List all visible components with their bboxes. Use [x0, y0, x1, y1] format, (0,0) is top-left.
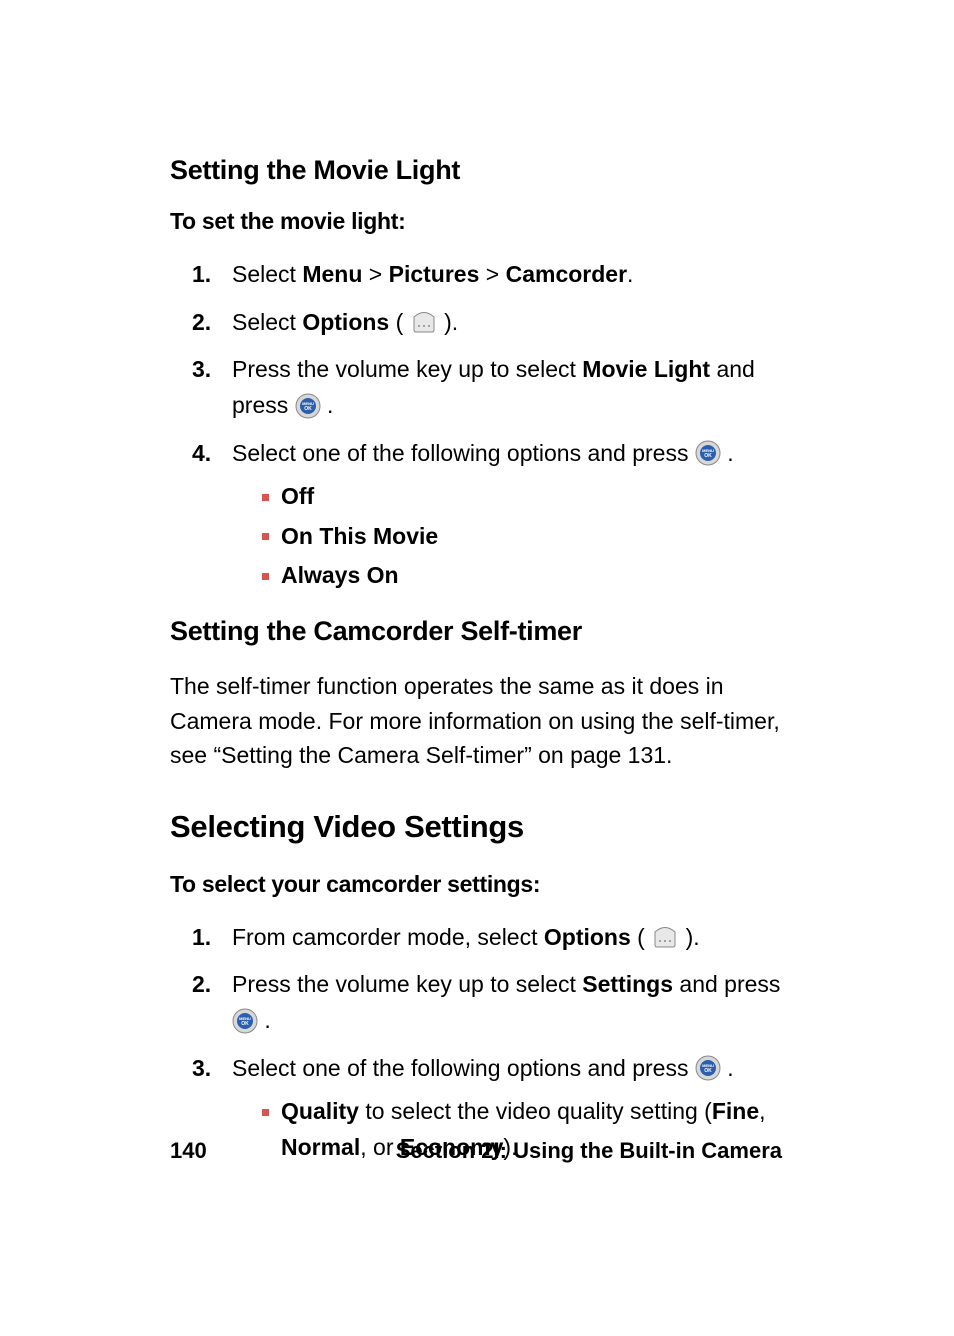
- svg-text:OK: OK: [704, 453, 712, 459]
- t: ).: [686, 924, 700, 950]
- softkey-icon: [651, 925, 679, 949]
- menu-ok-icon: MENU OK: [295, 393, 321, 419]
- step-body: Select one of the following options and …: [232, 436, 784, 599]
- t: Options: [302, 309, 389, 335]
- t: .: [264, 1007, 270, 1033]
- t: (: [389, 309, 403, 335]
- options-movie-light: Off On This Movie Always On: [232, 479, 784, 594]
- t: >: [479, 261, 505, 287]
- t: Select: [232, 309, 302, 335]
- t: Options: [544, 924, 631, 950]
- t: Pictures: [389, 261, 480, 287]
- option-off: Off: [262, 479, 784, 515]
- step-3: 3. Press the volume key up to select Mov…: [192, 352, 784, 423]
- step-1: 1. From camcorder mode, select Options (…: [192, 920, 784, 956]
- heading-movie-light: Setting the Movie Light: [170, 155, 784, 186]
- step-num: 3.: [192, 1051, 232, 1087]
- t: Camcorder: [506, 261, 627, 287]
- t: .: [727, 440, 733, 466]
- t: Menu: [302, 261, 362, 287]
- intro-video-settings: To select your camcorder settings:: [170, 871, 784, 898]
- step-body: From camcorder mode, select Options ( ).: [232, 920, 784, 956]
- t: Press the volume key up to select: [232, 356, 582, 382]
- menu-ok-icon: MENU OK: [695, 1055, 721, 1081]
- t: Settings: [582, 971, 673, 997]
- steps-video-settings: 1. From camcorder mode, select Options (…: [170, 920, 784, 1170]
- bullet-icon: [262, 1109, 269, 1116]
- svg-text:OK: OK: [704, 1068, 712, 1074]
- step-num: 4.: [192, 436, 232, 472]
- body-self-timer: The self-timer function operates the sam…: [170, 669, 784, 773]
- t: Fine: [712, 1098, 759, 1124]
- step-body: Select Menu > Pictures > Camcorder.: [232, 257, 784, 293]
- t: Select one of the following options and …: [232, 1055, 695, 1081]
- t: .: [727, 1055, 733, 1081]
- t: and press: [673, 971, 780, 997]
- bullet-icon: [262, 494, 269, 501]
- t: >: [362, 261, 388, 287]
- menu-ok-icon: MENU OK: [695, 440, 721, 466]
- t: ,: [759, 1098, 765, 1124]
- page-number: 140: [170, 1138, 207, 1164]
- step-num: 2.: [192, 305, 232, 341]
- section-label: Section 2I: Using the Built-in Camera: [396, 1138, 782, 1164]
- t: .: [627, 261, 633, 287]
- step-body: Press the volume key up to select Movie …: [232, 352, 784, 423]
- step-num: 1.: [192, 257, 232, 293]
- t: Press the volume key up to select: [232, 971, 582, 997]
- step-body: Press the volume key up to select Settin…: [232, 967, 784, 1038]
- t: Movie Light: [582, 356, 710, 382]
- t: to select the video quality setting (: [359, 1098, 712, 1124]
- option-on-this-movie: On This Movie: [262, 519, 784, 555]
- step-num: 2.: [192, 967, 232, 1003]
- t: (: [631, 924, 645, 950]
- step-2: 2. Select Options ( ).: [192, 305, 784, 341]
- svg-text:OK: OK: [304, 406, 312, 412]
- t: Always On: [281, 558, 399, 594]
- steps-movie-light: 1. Select Menu > Pictures > Camcorder. 2…: [170, 257, 784, 598]
- heading-video-settings: Selecting Video Settings: [170, 809, 784, 845]
- intro-movie-light: To set the movie light:: [170, 208, 784, 235]
- step-4: 4. Select one of the following options a…: [192, 436, 784, 599]
- t: Select: [232, 261, 302, 287]
- page-footer: 140 Section 2I: Using the Built-in Camer…: [170, 1138, 782, 1164]
- t: Quality: [281, 1098, 359, 1124]
- step-body: Select Options ( ).: [232, 305, 784, 341]
- t: Select one of the following options and …: [232, 440, 695, 466]
- t: On This Movie: [281, 519, 438, 555]
- step-2: 2. Press the volume key up to select Set…: [192, 967, 784, 1038]
- t: ).: [444, 309, 458, 335]
- menu-ok-icon: MENU OK: [232, 1008, 258, 1034]
- t: Off: [281, 479, 314, 515]
- heading-self-timer: Setting the Camcorder Self-timer: [170, 616, 784, 647]
- bullet-icon: [262, 573, 269, 580]
- t: From camcorder mode, select: [232, 924, 544, 950]
- option-always-on: Always On: [262, 558, 784, 594]
- step-1: 1. Select Menu > Pictures > Camcorder.: [192, 257, 784, 293]
- t: .: [327, 392, 333, 418]
- step-num: 1.: [192, 920, 232, 956]
- softkey-icon: [410, 310, 438, 334]
- bullet-icon: [262, 533, 269, 540]
- svg-text:OK: OK: [241, 1021, 249, 1027]
- step-num: 3.: [192, 352, 232, 388]
